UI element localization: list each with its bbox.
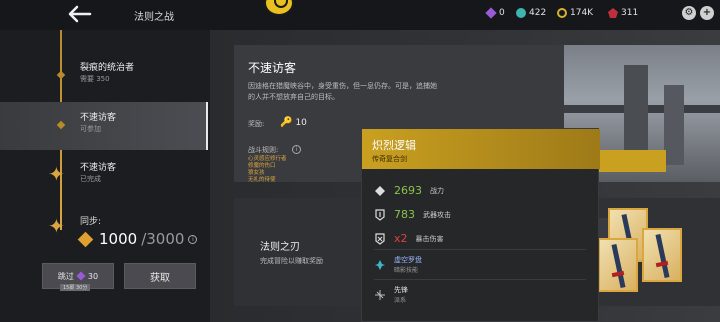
timeline-item-name: 不速访客 — [80, 113, 117, 123]
orb-icon — [516, 8, 526, 18]
skip-cost: 30 — [87, 271, 99, 281]
stat-label: 战力 — [430, 186, 444, 195]
info-icon[interactable]: i — [188, 234, 198, 244]
skill-entry: 虚空罗盘 暗影技能 — [374, 255, 422, 274]
sword-icon — [375, 208, 385, 221]
timeline-node-icon — [56, 120, 66, 130]
style-sub: 派系 — [394, 297, 407, 304]
tooltip-header: 炽烈逻辑 传奇复合剑 — [362, 129, 600, 169]
divider — [374, 249, 586, 250]
rule-item: 无礼的待使 — [248, 177, 276, 183]
mission-description: 因迪格在猎魔峡谷中，身受重伤，但一息仍存。可是，追捕她的人并不想放弃自己的目标。 — [248, 82, 437, 101]
resource-value: 174K — [570, 8, 594, 18]
rules-list: 心灵感应修行者 修魔的伤口 狼女孩 无礼的待使 — [248, 156, 287, 184]
tooltip-subtitle: 传奇复合剑 — [372, 155, 407, 163]
timeline-item-sub: 已完成 — [80, 175, 101, 183]
skill-sub: 暗影技能 — [394, 267, 419, 274]
timeline-item[interactable]: 裂痕的统治者 需要 350 — [0, 52, 208, 100]
start-button[interactable] — [598, 150, 666, 172]
timeline-item[interactable]: ✦ 不速访客 已完成 — [0, 152, 208, 200]
back-button[interactable] — [66, 4, 92, 24]
compass-icon — [375, 259, 385, 270]
timeline-item-active[interactable]: 不速访客 可参加 — [0, 102, 208, 150]
style-name: 先锋 — [394, 286, 408, 294]
resource-amethyst[interactable]: 0 — [485, 7, 505, 19]
sync-total: /3000 — [141, 230, 185, 248]
page-title: 法则之战 — [134, 12, 174, 23]
skip-tag: 15即 30分 — [60, 284, 91, 291]
sword-icon — [611, 243, 626, 289]
amethyst-icon — [485, 7, 497, 19]
stat-value: 783 — [394, 208, 415, 221]
timeline-item-sub: 需要 350 — [80, 75, 110, 83]
skip-label: 跳过 — [57, 271, 74, 281]
timeline-item-name: 不速访客 — [80, 163, 117, 173]
item-tooltip: 炽烈逻辑 传奇复合剑 2693 战力 783 武器攻击 x2 暴击伤害 虚空罗盘… — [361, 128, 600, 322]
style-text: 先锋 派系 — [394, 285, 408, 304]
add-button[interactable]: + — [700, 6, 714, 20]
rule-item: 修魔的伤口 — [248, 163, 276, 169]
emblem-icon — [264, 0, 294, 16]
resource-value: 311 — [621, 8, 639, 18]
resource-value: 0 — [499, 8, 505, 18]
sync-current: 1000 — [99, 230, 138, 248]
key-icon: 🔑 — [280, 117, 293, 128]
rules-label: 战斗规则: — [248, 146, 279, 154]
rule-item: 心灵感应修行者 — [248, 156, 287, 162]
weapon-card[interactable] — [642, 228, 682, 282]
stat-value: x2 — [394, 232, 408, 245]
reward-card-title: 法则之刃 — [260, 242, 300, 253]
crit-icon — [375, 232, 385, 245]
timeline-node-icon — [56, 70, 66, 80]
ruby-icon — [608, 8, 618, 18]
timeline-item-sub: 可参加 — [80, 125, 101, 133]
stat-label: 武器攻击 — [423, 210, 451, 219]
style-entry: 先锋 派系 — [374, 285, 408, 304]
resource-coin[interactable]: 174K — [557, 8, 593, 18]
top-bar: 法则之战 0 422 174K 311 ⚙ + — [0, 0, 720, 30]
reward-value: 🔑 10 — [280, 117, 307, 128]
vanguard-icon — [375, 289, 385, 300]
coin-icon — [557, 8, 567, 18]
sync-icon — [77, 231, 94, 247]
star-icon: ✦ — [48, 162, 65, 186]
power-icon — [375, 185, 385, 196]
amethyst-icon — [76, 271, 86, 281]
reward-label: 奖励: — [248, 120, 265, 128]
sync-progress: 1000 /3000 i — [77, 230, 198, 248]
skill-name: 虚空罗盘 — [394, 256, 422, 264]
arrow-left-icon — [68, 5, 92, 23]
stat-value: 2693 — [394, 184, 422, 197]
divider — [374, 279, 586, 280]
mission-title: 不速访客 — [248, 61, 297, 75]
stat-power: 2693 战力 — [374, 184, 444, 197]
resource-orb[interactable]: 422 — [516, 8, 546, 18]
reward-card-subtitle: 完成冒险以赚取奖励 — [260, 257, 323, 265]
tooltip-title: 炽烈逻辑 — [372, 139, 416, 152]
scene-tower — [664, 85, 684, 165]
sync-label: 同步: — [80, 217, 102, 227]
rule-item: 狼女孩 — [248, 170, 265, 176]
sword-icon — [655, 233, 670, 279]
info-icon[interactable]: i — [292, 145, 301, 154]
reward-amount: 10 — [295, 117, 307, 128]
timeline-panel: 裂痕的统治者 需要 350 不速访客 可参加 ✦ 不速访客 已完成 ✦ 同步: … — [0, 30, 210, 322]
claim-button[interactable]: 获取 — [124, 263, 196, 289]
plus-icon: + — [702, 7, 712, 18]
stat-crit: x2 暴击伤害 — [374, 232, 444, 245]
weapon-card[interactable] — [598, 238, 638, 292]
star-icon: ✦ — [48, 214, 65, 238]
timeline-item-name: 裂痕的统治者 — [80, 63, 135, 73]
resource-ruby[interactable]: 311 — [608, 8, 638, 18]
stat-attack: 783 武器攻击 — [374, 208, 451, 221]
gear-icon: ⚙ — [684, 7, 694, 18]
settings-button[interactable]: ⚙ — [682, 6, 696, 20]
resource-value: 422 — [529, 8, 547, 18]
stat-label: 暴击伤害 — [415, 234, 444, 243]
skill-text: 虚空罗盘 暗影技能 — [394, 255, 422, 274]
